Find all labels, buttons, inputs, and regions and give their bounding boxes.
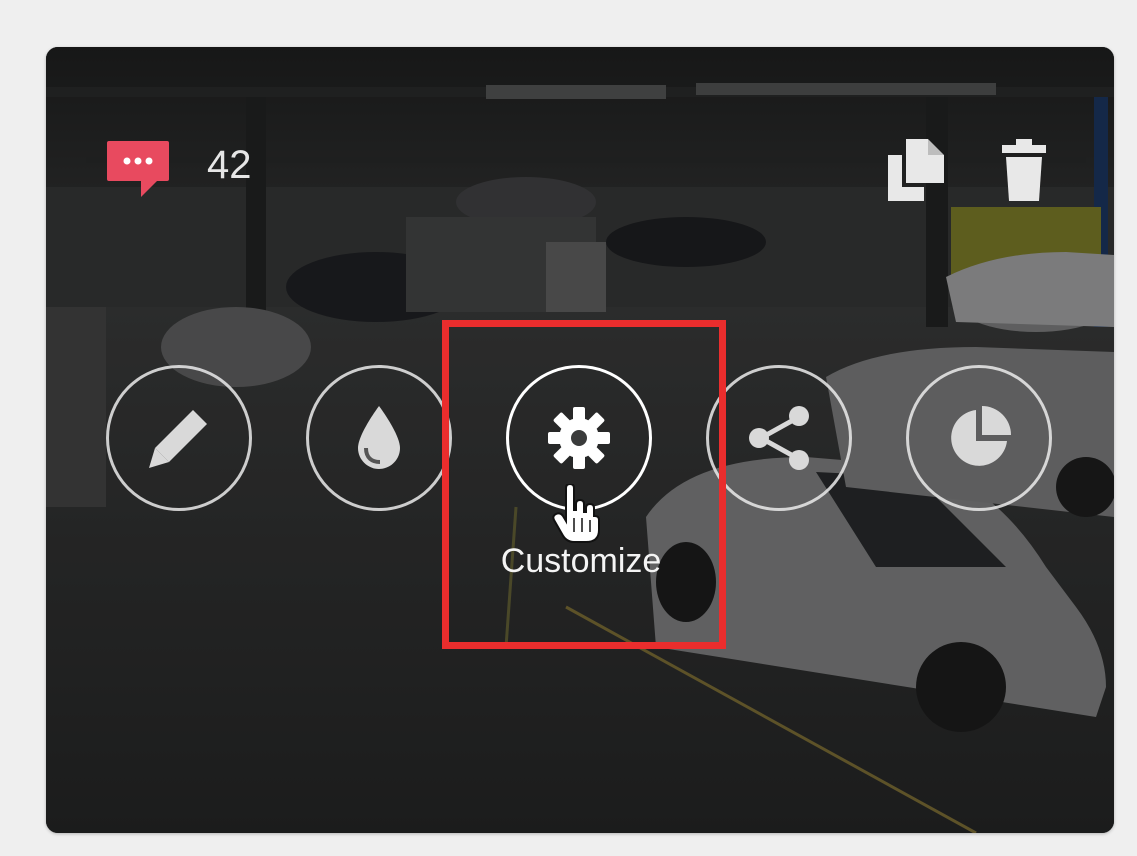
duplicate-button[interactable] [884,139,948,201]
trash-icon [1002,139,1046,201]
top-actions [884,139,1056,201]
project-card: 42 Customize [46,47,1114,833]
comment-icon [107,141,169,197]
droplet-icon [358,406,400,469]
action-buttons [46,365,1114,517]
analytics-button[interactable] [906,365,1052,511]
customize-tooltip-label: Customize [500,542,662,580]
edit-button[interactable] [106,365,252,511]
gear-icon [548,407,610,469]
pie-chart-icon [951,406,1011,466]
pencil-icon [149,410,207,468]
theme-color-button[interactable] [306,365,452,511]
comment-count: 42 [207,143,252,187]
share-icon [749,406,809,470]
delete-button[interactable] [992,139,1056,201]
copy-icon [888,139,944,201]
customize-button[interactable] [506,365,652,511]
share-button[interactable] [706,365,852,511]
comment-badge[interactable]: 42 [107,141,252,197]
page: 42 Customize [0,0,1137,856]
